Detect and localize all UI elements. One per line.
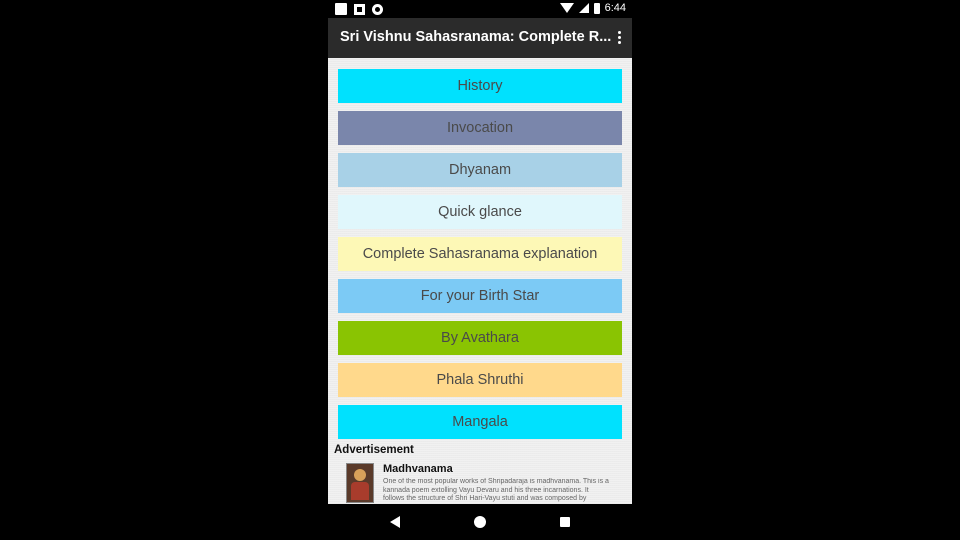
signal-icon <box>578 3 589 13</box>
battery-icon <box>593 2 600 14</box>
status-icons-right: 6:44 <box>559 2 626 14</box>
back-icon[interactable] <box>390 516 400 528</box>
status-bar: 6:44 <box>328 0 632 18</box>
notification-square-icon <box>335 3 347 15</box>
menu-button-dhyanam[interactable]: Dhyanam <box>338 153 622 187</box>
status-time: 6:44 <box>604 2 626 14</box>
navigation-bar <box>328 504 632 540</box>
overflow-menu-icon[interactable] <box>614 30 624 46</box>
advertisement-label: Advertisement <box>334 444 414 456</box>
ad-thumbnail-image[interactable] <box>346 463 374 503</box>
menu-button-birth-star[interactable]: For your Birth Star <box>338 279 622 313</box>
menu-button-phala-shruthi[interactable]: Phala Shruthi <box>338 363 622 397</box>
app-title: Sri Vishnu Sahasranama: Complete R... <box>340 29 612 45</box>
sim-icon <box>354 3 365 15</box>
menu-button-quick-glance[interactable]: Quick glance <box>338 195 622 229</box>
home-icon[interactable] <box>474 516 486 528</box>
menu-button-avathara[interactable]: By Avathara <box>338 321 622 355</box>
status-icons-left <box>335 3 383 15</box>
app-bar: Sri Vishnu Sahasranama: Complete R... <box>328 18 632 58</box>
record-icon <box>372 3 383 15</box>
main-content: History Invocation Dhyanam Quick glance … <box>328 58 632 504</box>
ad-title[interactable]: Madhvanama <box>383 463 453 475</box>
menu-button-complete-explanation[interactable]: Complete Sahasranama explanation <box>338 237 622 271</box>
phone-screen: 6:44 Sri Vishnu Sahasranama: Complete R.… <box>328 0 632 540</box>
menu-button-invocation[interactable]: Invocation <box>338 111 622 145</box>
menu-button-history[interactable]: History <box>338 69 622 103</box>
ad-description[interactable]: One of the most popular works of Shripad… <box>383 478 611 504</box>
wifi-icon <box>559 3 574 13</box>
recents-icon[interactable] <box>560 517 570 527</box>
menu-button-mangala[interactable]: Mangala <box>338 405 622 439</box>
